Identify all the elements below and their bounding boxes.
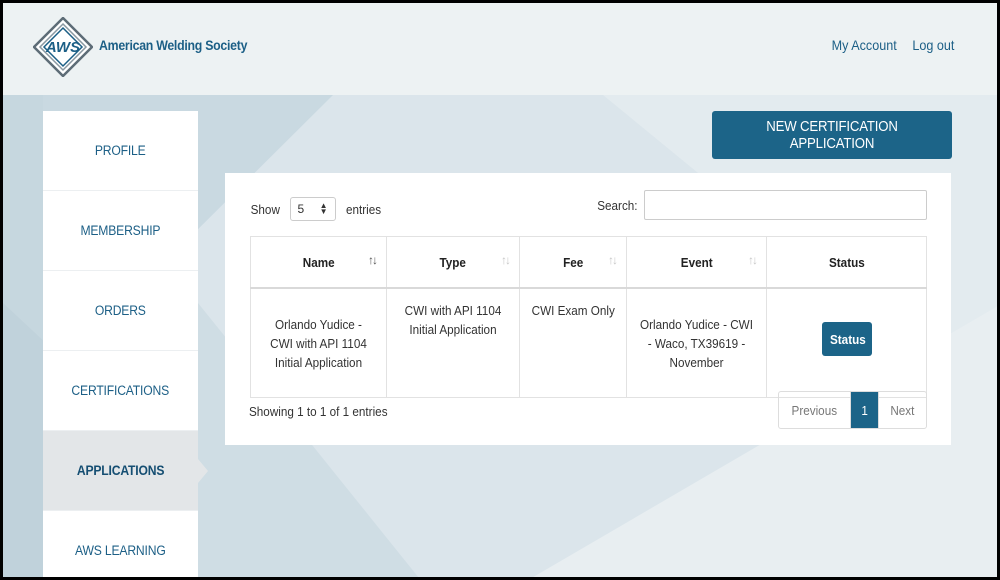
column-header-fee[interactable]: Fee ↑↓ xyxy=(519,236,627,289)
search-input[interactable] xyxy=(644,190,927,220)
previous-page-button[interactable]: Previous xyxy=(779,392,852,428)
table-header-row: Name ↑↓ Type ↑↓ Fee ↑↓ Event ↑↓ Status xyxy=(250,236,927,289)
search-control: Search: xyxy=(595,190,927,220)
sort-arrows-icon: ↑↓ xyxy=(501,253,511,267)
top-nav: My Account Log out xyxy=(828,37,957,53)
page-length-value: 5 xyxy=(297,202,305,216)
new-certification-application-button[interactable]: NEW CERTIFICATION APPLICATION xyxy=(712,111,952,159)
cell-fee: CWI Exam Only xyxy=(519,287,627,398)
column-header-name[interactable]: Name ↑↓ xyxy=(250,236,387,289)
sidebar-item-profile[interactable]: PROFILE xyxy=(43,111,198,191)
pagination: Previous 1 Next xyxy=(778,391,927,429)
sidebar-item-label: ORDERS xyxy=(95,303,146,318)
table-info: Showing 1 to 1 of 1 entries xyxy=(249,404,388,419)
sidebar: PROFILE MEMBERSHIP ORDERS CERTIFICATIONS… xyxy=(43,111,208,577)
table-row: Orlando Yudice - CWI with API 1104 Initi… xyxy=(250,287,927,398)
cell-name: Orlando Yudice - CWI with API 1104 Initi… xyxy=(250,287,387,398)
page-1-button[interactable]: 1 xyxy=(851,392,879,428)
sort-arrows-icon: ↑↓ xyxy=(368,253,378,267)
sidebar-item-label: PROFILE xyxy=(95,143,146,158)
cell-event: Orlando Yudice - CWI - Waco, TX39619 - N… xyxy=(626,287,767,398)
cell-status: Status xyxy=(766,287,927,398)
applications-panel: Show 5 ▲ ▼ entries Search: Name ↑↓ Type ↑↓ … xyxy=(225,173,951,445)
next-page-button[interactable]: Next xyxy=(878,392,926,428)
sort-arrows-icon: ↑↓ xyxy=(608,253,618,267)
my-account-link[interactable]: My Account xyxy=(832,37,897,53)
select-arrows-icon: ▲ ▼ xyxy=(319,201,328,216)
logo-text: AWS xyxy=(45,39,80,56)
cell-type: CWI with API 1104 Initial Application xyxy=(386,287,520,398)
log-out-link[interactable]: Log out xyxy=(913,37,955,53)
aws-logo[interactable]: AWS xyxy=(33,17,93,77)
column-header-type[interactable]: Type ↑↓ xyxy=(386,236,520,289)
search-label: Search: xyxy=(597,197,638,213)
sidebar-item-orders[interactable]: ORDERS xyxy=(43,271,198,351)
page-length-select[interactable]: 5 ▲ ▼ xyxy=(289,197,336,221)
sidebar-item-aws-learning[interactable]: AWS LEARNING xyxy=(43,511,198,577)
sort-arrows-icon: ↑↓ xyxy=(748,253,758,267)
sidebar-item-applications[interactable]: APPLICATIONS xyxy=(43,431,208,511)
show-label: Show xyxy=(250,201,280,217)
sidebar-item-label: APPLICATIONS xyxy=(76,463,165,478)
page-length-control: Show 5 ▲ ▼ entries xyxy=(249,197,383,221)
column-header-event[interactable]: Event ↑↓ xyxy=(626,236,767,289)
sidebar-item-label: CERTIFICATIONS xyxy=(71,383,170,398)
sidebar-item-label: MEMBERSHIP xyxy=(80,223,161,238)
sidebar-item-certifications[interactable]: CERTIFICATIONS xyxy=(43,351,198,431)
sidebar-item-label: AWS LEARNING xyxy=(75,543,166,558)
brand-name: American Welding Society xyxy=(99,37,248,53)
applications-table: Name ↑↓ Type ↑↓ Fee ↑↓ Event ↑↓ Status Orlan… xyxy=(250,236,927,398)
sidebar-item-membership[interactable]: MEMBERSHIP xyxy=(43,191,198,271)
status-button[interactable]: Status xyxy=(821,322,872,357)
site-header: AWS American Welding Society My Account … xyxy=(3,3,997,95)
column-header-status: Status xyxy=(766,236,927,289)
app-window: AWS American Welding Society My Account … xyxy=(0,0,1000,580)
entries-label: entries xyxy=(345,201,381,217)
